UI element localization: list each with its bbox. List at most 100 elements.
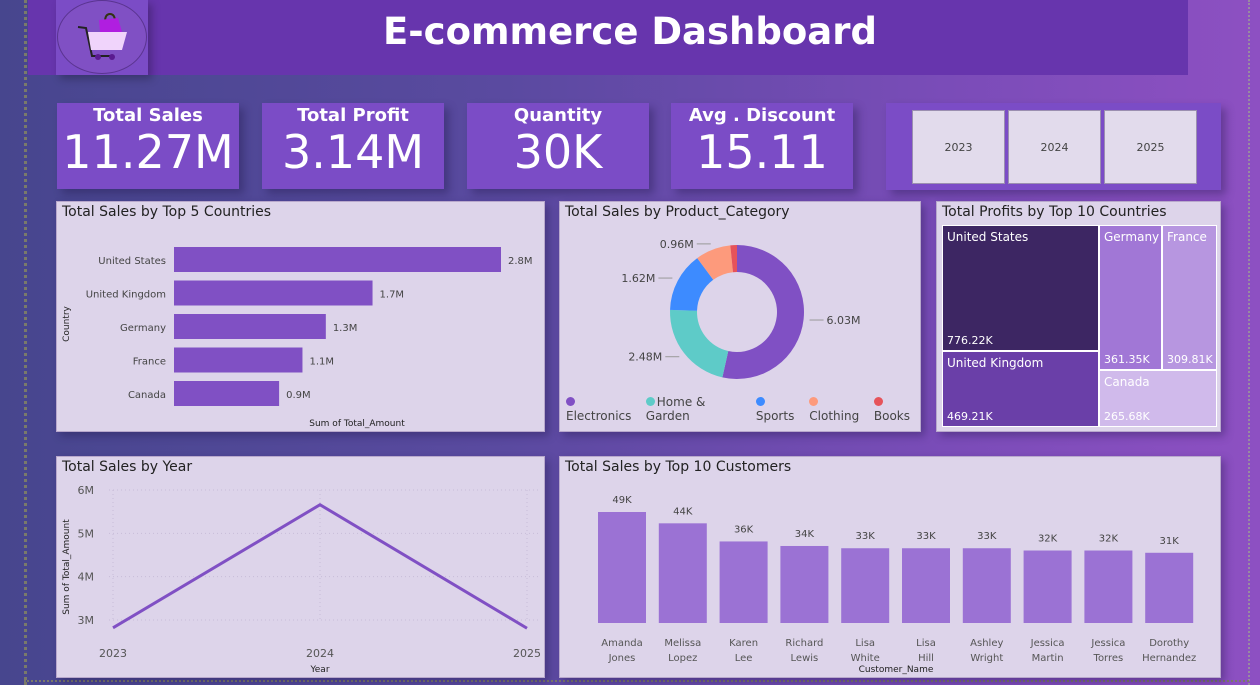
- tile-label: Canada: [1104, 375, 1150, 389]
- y-axis-title: Sum of Total_Amount: [62, 519, 72, 615]
- y-tick-label: 4M: [78, 571, 95, 584]
- bar: [174, 347, 303, 373]
- data-label: 36K: [734, 524, 754, 535]
- legend-item[interactable]: Electronics: [566, 395, 641, 423]
- column-bar: [1084, 550, 1133, 623]
- x-tick-label: 2025: [513, 647, 541, 660]
- axis-tick-label: Canada: [128, 390, 166, 401]
- legend-marker: [645, 397, 655, 406]
- x-tick-label: Karen Lee: [729, 638, 758, 664]
- data-label: 1.1M: [309, 357, 334, 368]
- x-tick-label: Jessica Torres: [1090, 638, 1125, 664]
- legend-label: Books: [873, 409, 910, 423]
- legend-item[interactable]: Books: [873, 395, 920, 423]
- data-label: 1.3M: [333, 323, 358, 334]
- year-button-2025[interactable]: 2025: [1104, 110, 1197, 184]
- chart-title: Total Profits by Top 10 Countries: [942, 204, 1167, 220]
- kpi-label: Total Sales: [93, 105, 203, 126]
- legend-marker: [566, 397, 575, 406]
- donut-slice: [670, 309, 729, 378]
- y-tick-label: 5M: [78, 527, 95, 540]
- legend-item[interactable]: Sports: [755, 395, 804, 423]
- column-bar: [1023, 550, 1072, 623]
- legend-item[interactable]: Home & Garden: [645, 395, 751, 423]
- column-bar: [719, 541, 768, 623]
- data-label: 49K: [612, 495, 632, 506]
- tile-value: 469.21K: [947, 410, 993, 423]
- data-label: 44K: [673, 506, 693, 517]
- x-tick-label: Ashley Wright: [970, 638, 1003, 664]
- column-bar: [598, 512, 646, 623]
- y-tick-label: 6M: [78, 484, 95, 497]
- bar: [174, 280, 373, 306]
- treemap-tile[interactable]: United Kingdom 469.21K: [942, 351, 1099, 427]
- data-label: 2.8M: [508, 256, 533, 267]
- kpi-quantity: Quantity 30K: [467, 103, 649, 189]
- canvas-border-right: [1248, 0, 1250, 685]
- tile-label: Germany: [1104, 230, 1160, 244]
- x-tick-label: Melissa Lopez: [664, 638, 701, 664]
- customers-column-chart: Total Sales by Top 10 Customers 49K Amand…: [559, 456, 1221, 678]
- column-bar: [780, 545, 829, 623]
- column-bar: [902, 548, 950, 623]
- logo: [56, 0, 148, 75]
- data-label: 33K: [856, 531, 876, 542]
- tile-label: United States: [947, 230, 1029, 244]
- kpi-value: 15.11: [696, 125, 828, 179]
- bar: [174, 247, 501, 272]
- x-tick-label: Jessica Martin: [1030, 638, 1065, 664]
- data-label: 32K: [1038, 534, 1058, 545]
- kpi-value: 11.27M: [62, 125, 234, 179]
- axis-tick-label: United Kingdom: [86, 290, 166, 301]
- chart-legend: Electronics Home & Garden Sports Clothing Bo…: [566, 395, 920, 423]
- x-tick-label: Amanda Jones: [601, 638, 643, 664]
- data-label: 32K: [1099, 534, 1119, 545]
- countries-bar-chart: Total Sales by Top 5 Countries United St…: [56, 201, 545, 432]
- y-tick-label: 3M: [78, 614, 95, 627]
- axis-tick-label: United States: [98, 256, 166, 267]
- column-bar: [841, 548, 890, 623]
- axis-tick-label: Germany: [120, 323, 166, 334]
- tile-label: France: [1167, 230, 1207, 244]
- data-label: 0.96M: [660, 238, 694, 251]
- kpi-label: Quantity: [513, 105, 603, 126]
- legend-label: Electronics: [566, 409, 632, 423]
- tile-value: 309.81K: [1167, 353, 1213, 366]
- legend-marker: [873, 397, 883, 406]
- column-bar: [658, 523, 707, 623]
- x-tick-label: Lisa Hill: [916, 638, 936, 664]
- treemap-tile[interactable]: United States 776.22K: [942, 225, 1099, 351]
- bar: [174, 381, 280, 406]
- kpi-label: Total Profit: [297, 105, 409, 126]
- shopping-cart-icon: [77, 12, 127, 60]
- column-bar: [1145, 552, 1194, 623]
- category-donut-chart: Total Sales by Product_Category 6.03M 2.4…: [559, 201, 921, 432]
- data-label: 31K: [1160, 536, 1180, 547]
- kpi-label: Avg . Discount: [688, 105, 836, 126]
- data-label: 33K: [916, 531, 936, 542]
- data-label: 6.03M: [827, 314, 861, 327]
- data-label: 1.62M: [621, 272, 655, 285]
- data-label: 2.48M: [628, 351, 662, 364]
- tile-value: 361.35K: [1104, 353, 1150, 366]
- legend-item[interactable]: Clothing: [809, 395, 869, 423]
- profits-treemap: Total Profits by Top 10 Countries United…: [936, 201, 1221, 432]
- x-axis-title: Year: [309, 665, 329, 675]
- treemap-tile[interactable]: France 309.81K: [1162, 225, 1217, 370]
- year-button-2024[interactable]: 2024: [1008, 110, 1101, 184]
- tile-value: 776.22K: [947, 334, 993, 347]
- x-axis-title: Sum of Total_Amount: [309, 419, 405, 429]
- year-slicer: 2023 2024 2025: [886, 103, 1221, 190]
- legend-label: Clothing: [809, 409, 860, 423]
- kpi-total-profit: Total Profit 3.14M: [262, 103, 444, 189]
- page-title: E-commerce Dashboard: [383, 10, 877, 53]
- year-button-2023[interactable]: 2023: [912, 110, 1005, 184]
- treemap-tile[interactable]: Germany 361.35K: [1099, 225, 1162, 370]
- kpi-avg-discount: Avg . Discount 15.11: [671, 103, 853, 189]
- treemap-tile[interactable]: Canada 265.68K: [1099, 370, 1217, 427]
- kpi-total-sales: Total Sales 11.27M: [57, 103, 239, 189]
- data-label: 1.7M: [380, 290, 405, 301]
- legend-label: Sports: [755, 409, 795, 423]
- x-axis-title: Customer_Name: [859, 665, 934, 675]
- kpi-value: 3.14M: [281, 125, 425, 179]
